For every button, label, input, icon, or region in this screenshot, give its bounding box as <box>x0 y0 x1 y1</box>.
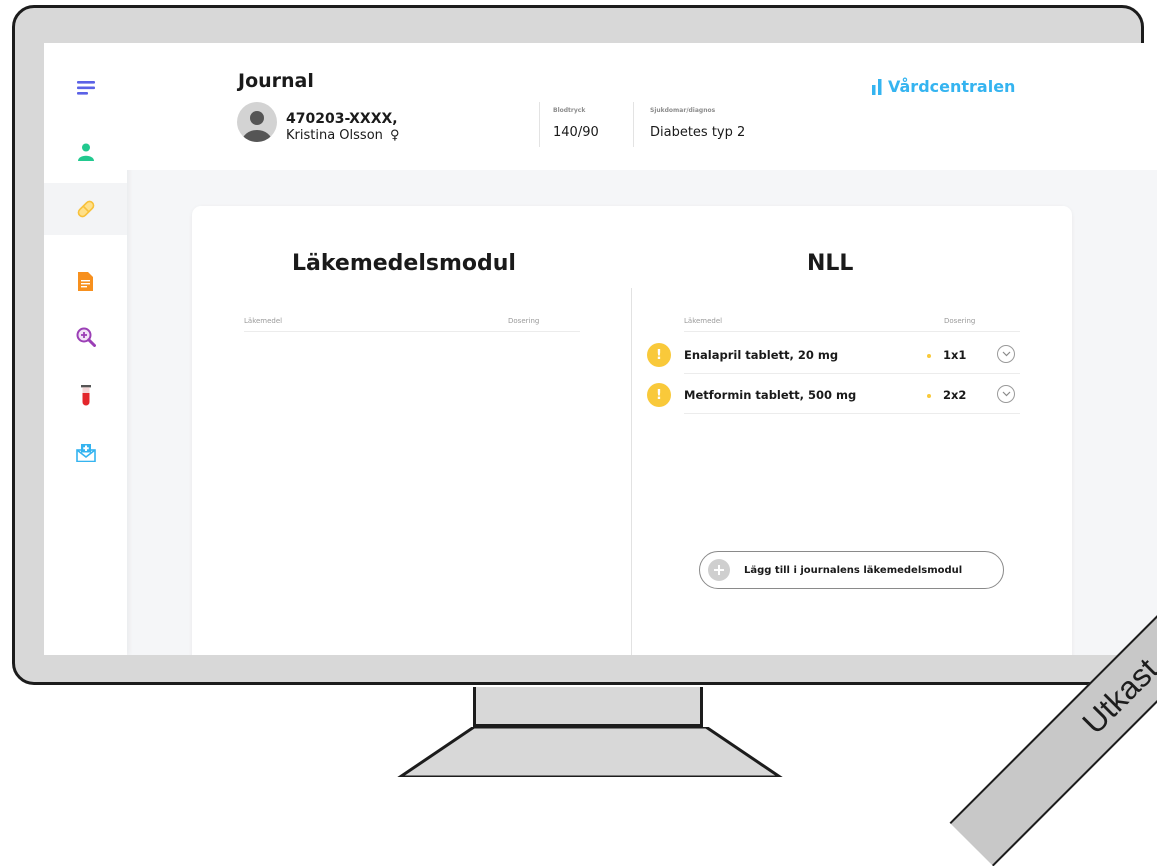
add-to-journal-button[interactable]: Lägg till i journalens läkemedelsmodul <box>699 551 1004 589</box>
patient-header: Journal 470203-XXXX, Kristina Olsson ♀ B… <box>127 43 1157 170</box>
diagnosis-label: Sjukdomar/diagnos <box>650 107 716 114</box>
menu-icon <box>76 81 95 95</box>
avatar <box>237 102 277 142</box>
blood-pressure-label: Blodtryck <box>553 107 586 114</box>
patient-id: 470203-XXXX, <box>286 111 398 127</box>
monitor-neck <box>473 687 703 727</box>
row-divider <box>684 413 1020 414</box>
medication-module-title: Läkemedelsmodul <box>292 251 516 276</box>
column-header-drug: Läkemedel <box>684 317 723 325</box>
warning-icon: ! <box>647 383 671 407</box>
drug-name: Metformin tablett, 500 mg <box>684 388 857 402</box>
monitor-stand <box>397 727 783 777</box>
brand-logo-icon <box>872 78 882 95</box>
diagnosis-value: Diabetes typ 2 <box>650 125 746 140</box>
sidebar-item-referrals[interactable] <box>44 427 127 479</box>
sidebar-item-lab[interactable] <box>44 370 127 422</box>
table-header-rule <box>244 331 580 332</box>
drug-dosage: 1x1 <box>943 348 967 362</box>
nll-title: NLL <box>807 251 854 276</box>
header-divider <box>633 102 634 147</box>
patient-name: Kristina Olsson <box>286 128 383 143</box>
female-icon: ♀ <box>390 128 400 143</box>
mail-cross-icon <box>75 444 96 462</box>
sidebar-item-documents[interactable] <box>44 255 127 307</box>
status-dot <box>927 394 931 398</box>
status-dot <box>927 354 931 358</box>
zoom-in-icon <box>76 327 96 347</box>
medication-card: Läkemedelsmodul Läkemedel Dosering NLL L… <box>192 206 1072 655</box>
pill-icon <box>77 200 94 218</box>
table-row[interactable]: ! Metformin tablett, 500 mg 2x2 <box>647 376 1033 414</box>
column-header-drug: Läkemedel <box>244 317 283 325</box>
page-title: Journal <box>238 70 314 92</box>
row-divider <box>684 373 1020 374</box>
drug-name: Enalapril tablett, 20 mg <box>684 348 839 362</box>
drug-dosage: 2x2 <box>943 388 967 402</box>
column-header-dosage: Dosering <box>944 317 976 325</box>
test-tube-icon <box>80 385 91 406</box>
chevron-down-icon[interactable] <box>997 385 1015 403</box>
sidebar <box>44 43 127 655</box>
table-row[interactable]: ! Enalapril tablett, 20 mg 1x1 <box>647 336 1033 374</box>
screen: Journal 470203-XXXX, Kristina Olsson ♀ B… <box>44 43 1157 655</box>
sidebar-item-patient[interactable] <box>44 126 127 178</box>
patient-name-line: Kristina Olsson ♀ <box>286 128 400 143</box>
warning-icon: ! <box>647 343 671 367</box>
add-to-journal-label: Lägg till i journalens läkemedelsmodul <box>744 564 963 576</box>
document-icon <box>78 271 93 291</box>
chevron-down-icon[interactable] <box>997 345 1015 363</box>
table-header-rule <box>684 331 1020 332</box>
plus-icon <box>708 559 730 581</box>
sidebar-item-search[interactable] <box>44 311 127 363</box>
brand-name: Vårdcentralen <box>888 77 1016 96</box>
header-divider <box>539 102 540 147</box>
blood-pressure-value: 140/90 <box>553 125 599 140</box>
sidebar-item-medication[interactable] <box>44 183 127 235</box>
panel-divider <box>631 288 632 655</box>
person-icon <box>77 143 94 161</box>
brand: Vårdcentralen <box>872 77 1015 96</box>
column-header-dosage: Dosering <box>508 317 540 325</box>
sidebar-item-menu[interactable] <box>44 62 127 114</box>
